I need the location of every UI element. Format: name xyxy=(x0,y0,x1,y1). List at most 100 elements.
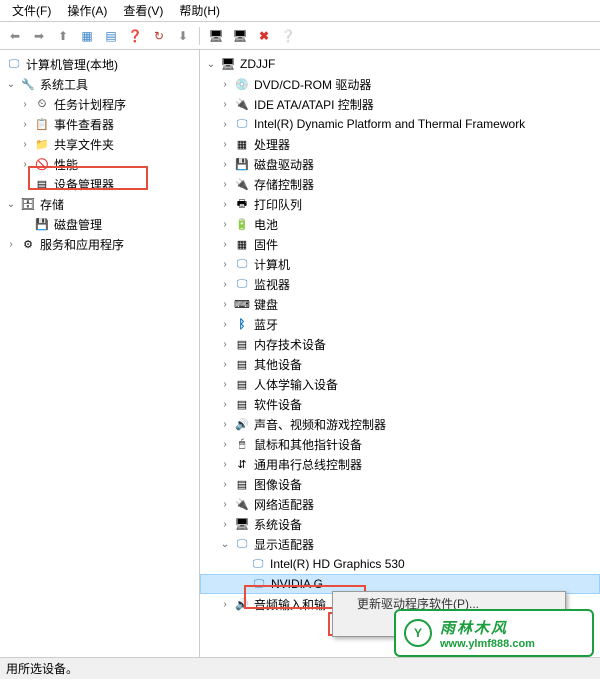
expander-icon[interactable]: › xyxy=(218,257,232,271)
tree-label: 设备管理器 xyxy=(52,176,114,193)
devtree-print-queue[interactable]: ›打印队列 xyxy=(200,194,600,214)
expander-icon[interactable]: › xyxy=(18,117,32,131)
tree-label: 键盘 xyxy=(252,296,278,313)
forward-button[interactable] xyxy=(28,25,50,47)
expander-icon[interactable]: › xyxy=(218,597,232,611)
expander-icon[interactable]: › xyxy=(218,177,232,191)
devtree-usb[interactable]: ›通用串行总线控制器 xyxy=(200,454,600,474)
devtree-battery[interactable]: ›电池 xyxy=(200,214,600,234)
expander-icon[interactable]: › xyxy=(218,297,232,311)
devtree-ide[interactable]: › IDE ATA/ATAPI 控制器 xyxy=(200,94,600,114)
expander-icon[interactable]: › xyxy=(218,397,232,411)
expander-icon[interactable]: › xyxy=(218,437,232,451)
expander-icon[interactable]: › xyxy=(218,237,232,251)
tree-root-computer-mgmt[interactable]: 计算机管理(本地) xyxy=(0,54,199,74)
properties2-button[interactable] xyxy=(277,25,299,47)
expander-icon[interactable]: ⌄ xyxy=(218,537,232,551)
tree-device-manager[interactable]: 设备管理器 xyxy=(0,174,199,194)
expander-icon[interactable]: › xyxy=(18,157,32,171)
devtree-root[interactable]: ⌄ ZDJJF xyxy=(200,54,600,74)
expander-icon[interactable]: ⌄ xyxy=(4,77,18,91)
help-button[interactable] xyxy=(124,25,146,47)
expander-icon[interactable]: › xyxy=(18,97,32,111)
expander-icon[interactable]: ⌄ xyxy=(204,57,218,71)
devtree-other[interactable]: ›其他设备 xyxy=(200,354,600,374)
statusbar-text: 用所选设备。 xyxy=(6,660,78,677)
properties-button[interactable] xyxy=(100,25,122,47)
devtree-network[interactable]: ›网络适配器 xyxy=(200,494,600,514)
expander-icon[interactable]: › xyxy=(218,317,232,331)
export-button[interactable] xyxy=(172,25,194,47)
expander-icon[interactable]: › xyxy=(218,217,232,231)
expander-icon[interactable]: › xyxy=(218,457,232,471)
expander-icon[interactable]: › xyxy=(218,337,232,351)
add-hardware-button[interactable] xyxy=(229,25,251,47)
tree-performance[interactable]: › 性能 xyxy=(0,154,199,174)
devtree-imaging[interactable]: › 图像设备 xyxy=(200,474,600,494)
up-button[interactable] xyxy=(52,25,74,47)
refresh-button[interactable] xyxy=(148,25,170,47)
devtree-firmware[interactable]: ›固件 xyxy=(200,234,600,254)
menu-action[interactable]: 操作(A) xyxy=(59,0,115,21)
tree-disk-mgmt[interactable]: 磁盘管理 xyxy=(0,214,199,234)
tree-label: IDE ATA/ATAPI 控制器 xyxy=(252,96,374,113)
tree-system-tools[interactable]: ⌄ 系统工具 xyxy=(0,74,199,94)
tree-shared-folders[interactable]: › 共享文件夹 xyxy=(0,134,199,154)
expander-icon[interactable]: › xyxy=(218,497,232,511)
devtree-intel-hd[interactable]: Intel(R) HD Graphics 530 xyxy=(200,554,600,574)
expander-icon[interactable]: › xyxy=(218,417,232,431)
expander-icon[interactable]: › xyxy=(218,517,232,531)
devtree-dvd[interactable]: ›DVD/CD-ROM 驱动器 xyxy=(200,74,600,94)
show-hide-tree-button[interactable] xyxy=(76,25,98,47)
tree-services-apps[interactable]: › 服务和应用程序 xyxy=(0,234,199,254)
expander-icon[interactable]: › xyxy=(218,117,232,131)
devtree-display-adapters[interactable]: ⌄显示适配器 xyxy=(200,534,600,554)
devtree-mouse[interactable]: ›鼠标和其他指针设备 xyxy=(200,434,600,454)
expander-icon[interactable]: › xyxy=(218,137,232,151)
devtree-system-devices[interactable]: ›系统设备 xyxy=(200,514,600,534)
print-icon xyxy=(234,196,250,212)
expander-icon[interactable]: › xyxy=(218,357,232,371)
content-panes: 计算机管理(本地) ⌄ 系统工具 › 任务计划程序 › 事件查看器 › 共享文件… xyxy=(0,50,600,657)
devtree-storage-ctrl[interactable]: ›存储控制器 xyxy=(200,174,600,194)
menu-help[interactable]: 帮助(H) xyxy=(171,0,228,21)
computer-mgmt-icon xyxy=(6,56,22,72)
expander-icon[interactable]: › xyxy=(218,77,232,91)
expander-icon[interactable]: › xyxy=(218,157,232,171)
devtree-hid[interactable]: ›人体学输入设备 xyxy=(200,374,600,394)
devtree-cpu[interactable]: ›处理器 xyxy=(200,134,600,154)
devtree-keyboard[interactable]: › 键盘 xyxy=(200,294,600,314)
scan-hardware-button[interactable] xyxy=(205,25,227,47)
expander-icon[interactable]: › xyxy=(4,237,18,251)
left-tree-pane[interactable]: 计算机管理(本地) ⌄ 系统工具 › 任务计划程序 › 事件查看器 › 共享文件… xyxy=(0,50,200,657)
expander-icon[interactable]: › xyxy=(218,377,232,391)
devtree-computer[interactable]: ›计算机 xyxy=(200,254,600,274)
devtree-bluetooth[interactable]: ›蓝牙 xyxy=(200,314,600,334)
devtree-intel-dptf[interactable]: ›Intel(R) Dynamic Platform and Thermal F… xyxy=(200,114,600,134)
tree-event-viewer[interactable]: › 事件查看器 xyxy=(0,114,199,134)
devtree-memory-tech[interactable]: › 内存技术设备 xyxy=(200,334,600,354)
tree-task-scheduler[interactable]: › 任务计划程序 xyxy=(0,94,199,114)
expander-icon[interactable]: ⌄ xyxy=(4,197,18,211)
devtree-disk-drives[interactable]: ›磁盘驱动器 xyxy=(200,154,600,174)
services-icon xyxy=(20,236,36,252)
tree-storage[interactable]: ⌄ 🗄 存储 xyxy=(0,194,199,214)
right-tree-pane[interactable]: ⌄ ZDJJF ›DVD/CD-ROM 驱动器 › IDE ATA/ATAPI 控… xyxy=(200,50,600,657)
tree-label: 图像设备 xyxy=(252,476,302,493)
tree-label: 软件设备 xyxy=(252,396,302,413)
task-icon xyxy=(34,96,50,112)
tree-label: 内存技术设备 xyxy=(252,336,326,353)
devtree-software[interactable]: › 软件设备 xyxy=(200,394,600,414)
expander-icon[interactable]: › xyxy=(218,197,232,211)
expander-icon[interactable]: › xyxy=(218,477,232,491)
menu-file[interactable]: 文件(F) xyxy=(4,0,59,21)
expander-icon[interactable]: › xyxy=(18,137,32,151)
expander-icon[interactable]: › xyxy=(218,277,232,291)
back-button[interactable] xyxy=(4,25,26,47)
keyboard-icon xyxy=(234,296,250,312)
menu-view[interactable]: 查看(V) xyxy=(115,0,171,21)
expander-icon[interactable]: › xyxy=(218,97,232,111)
uninstall-button[interactable] xyxy=(253,25,275,47)
devtree-sound[interactable]: ›声音、视频和游戏控制器 xyxy=(200,414,600,434)
devtree-monitor[interactable]: ›监视器 xyxy=(200,274,600,294)
